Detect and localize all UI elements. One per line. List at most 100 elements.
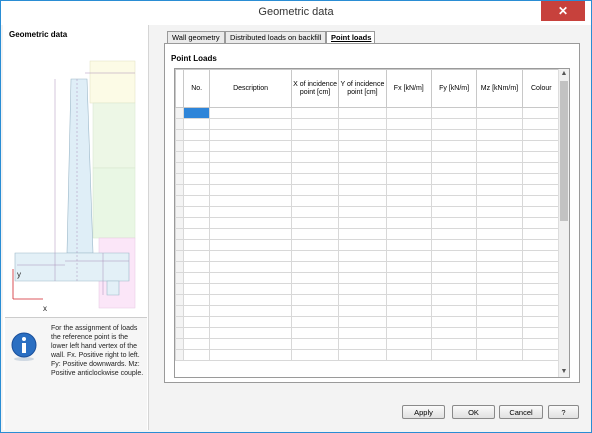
row-header-cell[interactable] [175, 239, 185, 251]
grid-cell[interactable] [521, 228, 562, 240]
grid-cell[interactable] [385, 338, 432, 350]
grid-cell[interactable] [183, 261, 211, 273]
grid-cell[interactable] [521, 107, 562, 119]
grid-cell[interactable] [183, 184, 211, 196]
table-row[interactable] [175, 239, 562, 251]
row-header-cell[interactable] [175, 151, 185, 163]
grid-cell[interactable] [338, 283, 387, 295]
tab-wall-geometry[interactable]: Wall geometry [167, 31, 225, 43]
grid-cell[interactable] [385, 316, 432, 328]
grid-cell[interactable] [430, 206, 478, 218]
grid-cell[interactable] [209, 250, 292, 262]
grid-cell[interactable] [385, 228, 432, 240]
scroll-up-icon[interactable]: ▲ [559, 69, 569, 79]
grid-cell[interactable] [521, 294, 562, 306]
grid-cell[interactable] [521, 129, 562, 141]
grid-cell[interactable] [338, 239, 387, 251]
grid-cell[interactable] [183, 250, 211, 262]
row-header-cell[interactable] [175, 261, 185, 273]
grid-cell[interactable] [476, 162, 523, 174]
grid-cell[interactable] [521, 206, 562, 218]
grid-cell[interactable] [385, 327, 432, 339]
grid-cell[interactable] [338, 173, 387, 185]
grid-cell[interactable] [476, 173, 523, 185]
grid-cell[interactable] [430, 217, 478, 229]
grid-cell[interactable] [338, 107, 387, 119]
grid-cell[interactable] [290, 140, 340, 152]
table-row[interactable] [175, 305, 562, 317]
table-row[interactable] [175, 272, 562, 284]
row-header-cell[interactable] [175, 316, 185, 328]
grid-cell[interactable] [183, 107, 211, 119]
grid-cell[interactable] [385, 151, 432, 163]
row-header-cell[interactable] [175, 305, 185, 317]
grid-cell[interactable] [521, 349, 562, 361]
row-header-cell[interactable] [175, 272, 185, 284]
grid-cell[interactable] [290, 338, 340, 350]
grid-cell[interactable] [521, 118, 562, 130]
column-header-description[interactable]: Description [209, 69, 292, 108]
table-row[interactable] [175, 151, 562, 163]
grid-cell[interactable] [476, 107, 523, 119]
tab-distributed-loads[interactable]: Distributed loads on backfill [225, 31, 326, 43]
grid-cell[interactable] [209, 107, 292, 119]
grid-cell[interactable] [385, 184, 432, 196]
grid-cell[interactable] [338, 272, 387, 284]
grid-cell[interactable] [385, 162, 432, 174]
grid-cell[interactable] [338, 206, 387, 218]
grid-cell[interactable] [183, 294, 211, 306]
row-header-cell[interactable] [175, 162, 185, 174]
grid-cell[interactable] [430, 118, 478, 130]
grid-cell[interactable] [338, 184, 387, 196]
grid-cell[interactable] [476, 140, 523, 152]
grid-cell[interactable] [521, 140, 562, 152]
grid-cell[interactable] [430, 151, 478, 163]
grid-cell[interactable] [338, 294, 387, 306]
row-header-cell[interactable] [175, 140, 185, 152]
grid-cell[interactable] [183, 316, 211, 328]
grid-cell[interactable] [338, 327, 387, 339]
table-row[interactable] [175, 327, 562, 339]
grid-cell[interactable] [290, 162, 340, 174]
grid-cell[interactable] [430, 261, 478, 273]
grid-cell[interactable] [430, 140, 478, 152]
grid-cell[interactable] [430, 272, 478, 284]
apply-button[interactable]: Apply [402, 405, 445, 419]
grid-cell[interactable] [209, 305, 292, 317]
grid-cell[interactable] [209, 239, 292, 251]
table-row[interactable] [175, 162, 562, 174]
grid-cell[interactable] [521, 305, 562, 317]
grid-cell[interactable] [521, 272, 562, 284]
grid-cell[interactable] [430, 173, 478, 185]
table-row[interactable] [175, 140, 562, 152]
point-loads-grid[interactable]: No. Description X of incidence point [cm… [174, 68, 570, 378]
grid-cell[interactable] [338, 228, 387, 240]
grid-cell[interactable] [183, 173, 211, 185]
grid-cell[interactable] [476, 294, 523, 306]
grid-cell[interactable] [476, 272, 523, 284]
grid-cell[interactable] [209, 228, 292, 240]
table-row[interactable] [175, 184, 562, 196]
grid-cell[interactable] [183, 272, 211, 284]
grid-cell[interactable] [209, 272, 292, 284]
row-header-cell[interactable] [175, 327, 185, 339]
grid-cell[interactable] [385, 129, 432, 141]
grid-cell[interactable] [430, 294, 478, 306]
grid-cell[interactable] [385, 305, 432, 317]
grid-cell[interactable] [209, 316, 292, 328]
grid-cell[interactable] [521, 250, 562, 262]
grid-cell[interactable] [385, 250, 432, 262]
grid-cell[interactable] [290, 272, 340, 284]
grid-cell[interactable] [209, 338, 292, 350]
grid-cell[interactable] [209, 327, 292, 339]
grid-cell[interactable] [476, 327, 523, 339]
grid-cell[interactable] [476, 338, 523, 350]
grid-cell[interactable] [338, 305, 387, 317]
grid-cell[interactable] [290, 294, 340, 306]
grid-cell[interactable] [385, 118, 432, 130]
grid-cell[interactable] [521, 239, 562, 251]
grid-cell[interactable] [338, 162, 387, 174]
table-row[interactable] [175, 250, 562, 262]
grid-cell[interactable] [209, 173, 292, 185]
scroll-down-icon[interactable]: ▼ [559, 367, 569, 377]
